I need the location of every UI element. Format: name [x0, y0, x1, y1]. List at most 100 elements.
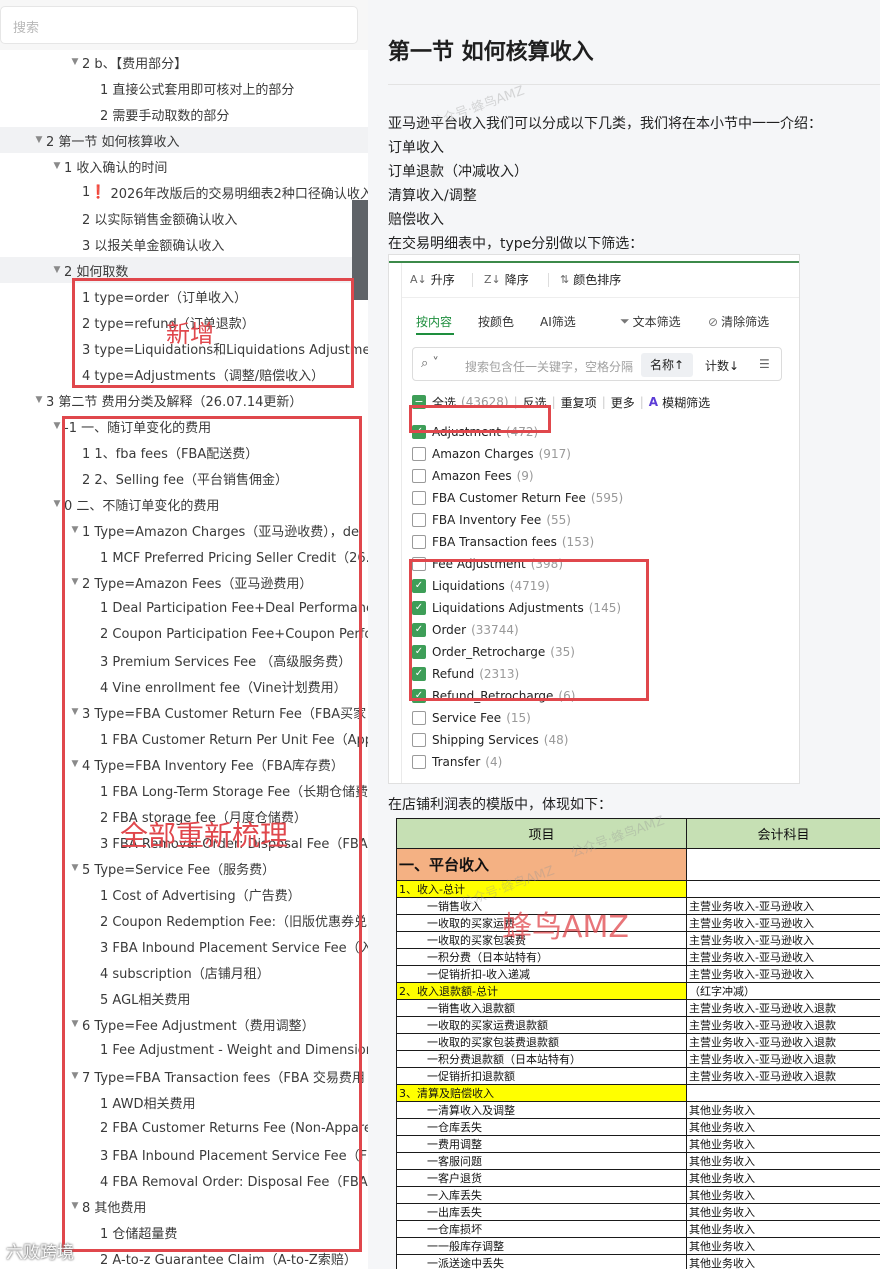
- chevron-down-icon[interactable]: ▼: [50, 421, 64, 431]
- chevron-down-icon[interactable]: ▼: [50, 161, 64, 171]
- checkbox-unchecked[interactable]: [412, 491, 426, 505]
- checkbox-unchecked[interactable]: [412, 733, 426, 747]
- checkbox-unchecked[interactable]: [412, 755, 426, 769]
- outline-item[interactable]: 3 以报关单金额确认收入: [0, 231, 368, 257]
- sort-by-name-button[interactable]: 名称↑: [641, 353, 693, 377]
- outline-item[interactable]: 3 FBA Inbound Placement Service Fee（入: [0, 933, 368, 959]
- checkbox-checked[interactable]: ✓: [412, 645, 426, 659]
- outline-item[interactable]: 1 Deal Participation Fee+Deal Performanc…: [0, 595, 368, 621]
- outline-item[interactable]: 2 FBA storage fee（月度仓储费）: [0, 803, 368, 829]
- sort-desc-button[interactable]: Z↓ 降序: [484, 271, 529, 288]
- outline-item[interactable]: ▼ 0 二、不随订单变化的费用: [0, 491, 368, 517]
- outline-item[interactable]: 4 FBA Removal Order: Disposal Fee（FBA: [0, 1167, 368, 1193]
- outline-item[interactable]: ▼ 1 Type=Amazon Charges（亚马逊收费），de: [0, 517, 368, 543]
- invert-selection-button[interactable]: 反选: [523, 394, 547, 411]
- outline-item[interactable]: 1 1、fba fees（FBA配送费）: [0, 439, 368, 465]
- outline-item[interactable]: ▼ 6 Type=Fee Adjustment（费用调整）: [0, 1011, 368, 1037]
- chevron-down-icon[interactable]: ▼: [68, 1019, 82, 1029]
- outline-item[interactable]: 2 type=refund（订单退款）: [0, 309, 368, 335]
- chevron-down-icon[interactable]: ▼: [68, 759, 82, 769]
- outline-item[interactable]: 3 FBA Removal Order: Disposal Fee（FBA: [0, 829, 368, 855]
- duplicates-button[interactable]: 重复项: [561, 394, 597, 411]
- filter-option[interactable]: Service Fee (15): [412, 707, 712, 729]
- outline-item[interactable]: 3 FBA Inbound Placement Service Fee（FI: [0, 1141, 368, 1167]
- select-all-checkbox[interactable]: −: [412, 395, 426, 409]
- outline-item[interactable]: 1 ❗ 2026年改版后的交易明细表2种口径确认收入: [0, 179, 368, 205]
- outline-item[interactable]: 4 Vine enrollment fee（Vine计划费用）: [0, 673, 368, 699]
- sort-options-icon[interactable]: ☰: [759, 357, 770, 371]
- outline-item[interactable]: 2 2、Selling fee（平台销售佣金）: [0, 465, 368, 491]
- outline-item[interactable]: 2 以实际销售金额确认收入: [0, 205, 368, 231]
- filter-option[interactable]: ✓ Order_Retrocharge (35): [412, 641, 712, 663]
- outline-item[interactable]: 1 Fee Adjustment - Weight and Dimension: [0, 1037, 368, 1063]
- filter-option[interactable]: FBA Customer Return Fee (595): [412, 487, 712, 509]
- outline-item[interactable]: ▼ 5 Type=Service Fee（服务费）: [0, 855, 368, 881]
- outline-item[interactable]: 5 AGL相关费用: [0, 985, 368, 1011]
- checkbox-unchecked[interactable]: [412, 557, 426, 571]
- outline-item[interactable]: 3 Premium Services Fee （高级服务费）: [0, 647, 368, 673]
- chevron-down-icon[interactable]: ▼: [68, 577, 82, 587]
- outline-item[interactable]: ▼ 3 Type=FBA Customer Return Fee（FBA买家: [0, 699, 368, 725]
- more-button[interactable]: 更多: [611, 394, 635, 411]
- clear-filter-button[interactable]: ⊘ 清除筛选: [708, 313, 769, 330]
- filter-option[interactable]: FBA Transaction fees (153): [412, 531, 712, 553]
- outline-item[interactable]: ▼ 3 第二节 费用分类及解释（26.07.14更新）: [0, 387, 368, 413]
- outline-item[interactable]: 1 FBA Long-Term Storage Fee（长期仓储费: [0, 777, 368, 803]
- outline-item[interactable]: 2 需要手动取数的部分: [0, 101, 368, 127]
- checkbox-unchecked[interactable]: [412, 513, 426, 527]
- select-all-label[interactable]: 全选: [432, 394, 456, 411]
- checkbox-checked[interactable]: ✓: [412, 601, 426, 615]
- outline-item[interactable]: ▼ 2 Type=Amazon Fees（亚马逊费用）: [0, 569, 368, 595]
- filter-option[interactable]: Shipping Services (48): [412, 729, 712, 751]
- filter-option[interactable]: Transfer (4): [412, 751, 712, 773]
- outline-item[interactable]: ▼ 2 b、【费用部分】: [0, 49, 368, 75]
- filter-option[interactable]: Amazon Charges (917): [412, 443, 712, 465]
- outline-item[interactable]: 3 type=Liquidations和Liquidations Adjustm…: [0, 335, 368, 361]
- outline-item[interactable]: ▼ -1 一、随订单变化的费用: [0, 413, 368, 439]
- checkbox-unchecked[interactable]: [412, 711, 426, 725]
- sort-asc-button[interactable]: A↓ 升序: [410, 271, 455, 288]
- outline-item[interactable]: 1 Cost of Advertising（广告费）: [0, 881, 368, 907]
- checkbox-unchecked[interactable]: [412, 469, 426, 483]
- sort-by-count-button[interactable]: 计数↓: [705, 357, 739, 374]
- checkbox-unchecked[interactable]: [412, 447, 426, 461]
- outline-item[interactable]: 4 type=Adjustments（调整/赔偿收入）: [0, 361, 368, 387]
- filter-option[interactable]: ✓ Refund (2313): [412, 663, 712, 685]
- outline-item[interactable]: 1 AWD相关费用: [0, 1089, 368, 1115]
- checkbox-checked[interactable]: ✓: [412, 623, 426, 637]
- chevron-down-icon[interactable]: ▼: [50, 265, 64, 275]
- outline-item[interactable]: 2 FBA Customer Returns Fee (Non-Appare: [0, 1115, 368, 1141]
- checkbox-checked[interactable]: ✓: [412, 579, 426, 593]
- filter-option[interactable]: ✓ Order (33744): [412, 619, 712, 641]
- filter-option[interactable]: ✓ Liquidations Adjustments (145): [412, 597, 712, 619]
- filter-option[interactable]: Amazon Fees (9): [412, 465, 712, 487]
- filter-option[interactable]: ✓ Adjustment (472): [412, 421, 712, 443]
- outline-item[interactable]: 1 MCF Preferred Pricing Seller Credit（26…: [0, 543, 368, 569]
- outline-item[interactable]: ▼ 2 第一节 如何核算收入: [0, 127, 368, 153]
- outline-item[interactable]: 2 Coupon Redemption Fee:（旧版优惠券兑: [0, 907, 368, 933]
- outline-item[interactable]: 2 Coupon Participation Fee+Coupon Perfor: [0, 621, 368, 647]
- chevron-down-icon[interactable]: ▼: [68, 863, 82, 873]
- filter-search-box[interactable]: ⌕ ˅ 搜索包含任一关键字，空格分隔 名称↑ 计数↓ ☰: [412, 347, 782, 381]
- search-input[interactable]: 搜索: [0, 6, 358, 44]
- chevron-down-icon[interactable]: ▼: [68, 57, 82, 67]
- outline-item[interactable]: ▼ 1 收入确认的时间: [0, 153, 368, 179]
- checkbox-checked[interactable]: ✓: [412, 667, 426, 681]
- chevron-down-icon[interactable]: ▼: [50, 499, 64, 509]
- chevron-down-icon[interactable]: ▼: [68, 707, 82, 717]
- chevron-down-icon[interactable]: ▼: [68, 1201, 82, 1211]
- outline-item[interactable]: 1 type=order（订单收入）: [0, 283, 368, 309]
- checkbox-unchecked[interactable]: [412, 535, 426, 549]
- outline-item[interactable]: ▼ 8 其他费用: [0, 1193, 368, 1219]
- chevron-down-icon[interactable]: ▼: [32, 135, 46, 145]
- filter-option[interactable]: ✓ Refund_Retrocharge (6): [412, 685, 712, 707]
- fuzzy-filter-button[interactable]: 模糊筛选: [662, 394, 710, 411]
- filter-option[interactable]: Fee Adjustment (398): [412, 553, 712, 575]
- tab-by-color[interactable]: 按颜色: [478, 313, 514, 330]
- scrollbar-thumb[interactable]: [352, 200, 368, 300]
- outline-item[interactable]: ▼ 7 Type=FBA Transaction fees（FBA 交易费用: [0, 1063, 368, 1089]
- outline-item[interactable]: 4 subscription（店铺月租）: [0, 959, 368, 985]
- chevron-down-icon[interactable]: ▼: [68, 1071, 82, 1081]
- filter-option[interactable]: FBA Inventory Fee (55): [412, 509, 712, 531]
- tab-by-content[interactable]: 按内容: [416, 313, 452, 330]
